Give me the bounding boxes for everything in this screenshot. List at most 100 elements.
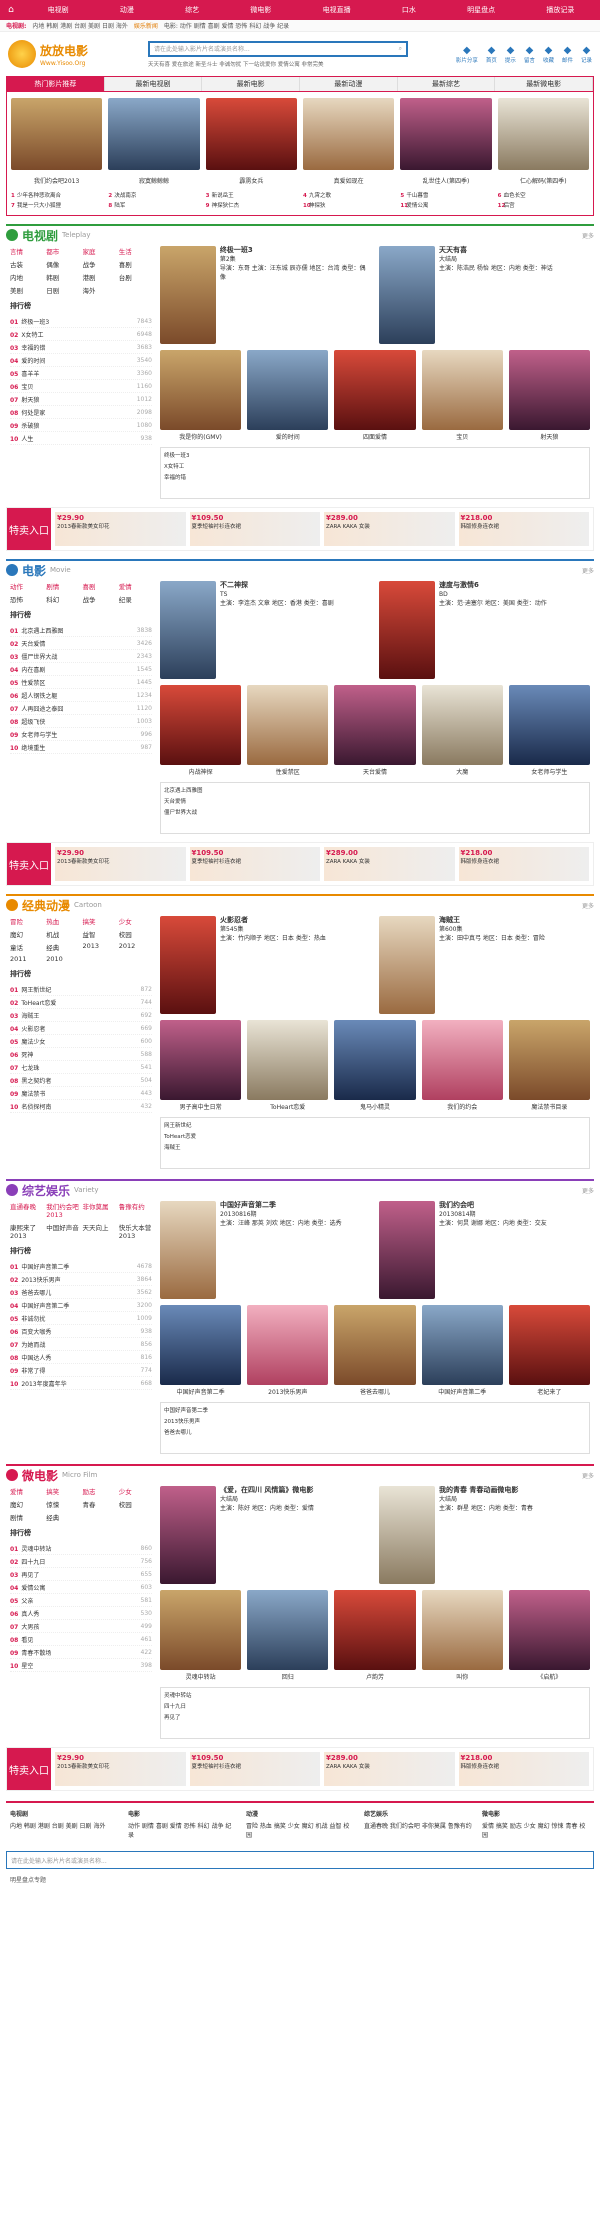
category-link[interactable]: 动作 bbox=[10, 581, 43, 591]
rank-row[interactable]: 02 X女特工 6948 bbox=[10, 328, 152, 341]
top-nav-item[interactable]: 明星盘点 bbox=[467, 5, 495, 15]
grid-item[interactable]: 卢韵芳 bbox=[334, 1590, 416, 1681]
grid-title[interactable]: 爸爸去哪儿 bbox=[334, 1387, 415, 1396]
grid-item[interactable]: 老妃来了 bbox=[508, 1305, 591, 1396]
featured-poster[interactable] bbox=[379, 581, 435, 679]
schedule-row[interactable]: 幸福的错 bbox=[164, 473, 586, 481]
bottom-search-input[interactable]: 请在此处输入影片片名或演员名称... bbox=[6, 1851, 594, 1869]
featured-poster[interactable] bbox=[160, 916, 216, 1014]
grid-item[interactable]: 《启航》 bbox=[508, 1590, 591, 1681]
category-link[interactable]: 言情 bbox=[10, 246, 43, 256]
rank-row[interactable]: 09 魔法禁书 443 bbox=[10, 1087, 152, 1100]
rank-row[interactable]: 05 性爱禁区 1445 bbox=[10, 676, 152, 689]
hot-list-item[interactable]: 6 血色长空 bbox=[498, 191, 589, 199]
grid-title[interactable]: 我是你的(GMV) bbox=[160, 432, 241, 441]
grid-poster[interactable] bbox=[334, 1305, 416, 1385]
category-link[interactable]: 恐怖 bbox=[10, 594, 43, 604]
featured-title[interactable]: 中国好声音第二季 bbox=[220, 1201, 342, 1210]
category-link[interactable]: 益智 bbox=[83, 929, 116, 939]
schedule-row[interactable]: 中国好声音第二季 bbox=[164, 1406, 586, 1414]
schedule-row[interactable]: ToHeart恋爱 bbox=[164, 1132, 586, 1140]
category-link[interactable]: 直通春晚 bbox=[10, 1201, 43, 1219]
grid-title[interactable]: 中国好声音第二季 bbox=[422, 1387, 503, 1396]
featured-card[interactable]: 天天有喜 大结局 主演：陈浩民 杨怡 地区：内地 类型：神话 bbox=[379, 246, 590, 344]
category-link[interactable]: 2010 bbox=[46, 955, 79, 963]
grid-item[interactable]: 天台爱情 bbox=[334, 685, 416, 776]
grid-title[interactable]: ToHeart恋爱 bbox=[247, 1102, 328, 1111]
rank-row[interactable]: 09 青春不散场 422 bbox=[10, 1646, 152, 1659]
tool-3[interactable]: ◆ 留言 bbox=[524, 45, 535, 64]
hot-list-item[interactable]: 7 我是一只大小狐狸 bbox=[11, 201, 102, 209]
grid-title[interactable]: 灵魂中转站 bbox=[160, 1672, 241, 1681]
schedule-row[interactable]: 僵尸世界大战 bbox=[164, 808, 586, 816]
grid-poster[interactable] bbox=[160, 1590, 242, 1670]
grid-title[interactable]: 爱的时间 bbox=[247, 432, 328, 441]
featured-card[interactable]: 终极一班3 第2集 导演：东哥 主演：汪东城 辰亦儒 地区：台湾 类型：偶像 bbox=[160, 246, 371, 344]
category-link[interactable]: 喜剧 bbox=[119, 259, 152, 269]
rank-row[interactable]: 05 魔法少女 600 bbox=[10, 1035, 152, 1048]
grid-item[interactable]: 鬼马小精灵 bbox=[334, 1020, 416, 1111]
category-link[interactable]: 中国好声音 bbox=[46, 1222, 79, 1240]
featured-card[interactable]: 海贼王 第600集 主演：田中真弓 地区：日本 类型：冒险 bbox=[379, 916, 590, 1014]
rank-row[interactable]: 09 女老师与学生 996 bbox=[10, 728, 152, 741]
recommend-caption[interactable]: 仁心解码(第四季) bbox=[498, 176, 589, 185]
rank-row[interactable]: 02 2013快乐男声 3864 bbox=[10, 1273, 152, 1286]
grid-poster[interactable] bbox=[334, 350, 416, 430]
grid-title[interactable]: 女老师与学生 bbox=[509, 767, 590, 776]
grid-item[interactable]: 爸爸去哪儿 bbox=[334, 1305, 416, 1396]
category-link[interactable]: 2013 bbox=[83, 942, 116, 952]
rank-row[interactable]: 02 四十九日 756 bbox=[10, 1555, 152, 1568]
grid-title[interactable]: 鬼马小精灵 bbox=[334, 1102, 415, 1111]
schedule-row[interactable]: 再见了 bbox=[164, 1713, 586, 1721]
grid-item[interactable]: 四面爱情 bbox=[334, 350, 416, 441]
grid-title[interactable]: 中国好声音第二季 bbox=[160, 1387, 241, 1396]
rank-row[interactable]: 07 七龙珠 541 bbox=[10, 1061, 152, 1074]
grid-poster[interactable] bbox=[421, 1020, 503, 1100]
category-link[interactable]: 魔幻 bbox=[10, 929, 43, 939]
tool-5[interactable]: ◆ 邮件 bbox=[562, 45, 573, 64]
featured-poster[interactable] bbox=[379, 916, 435, 1014]
grid-item[interactable]: 爱的时间 bbox=[247, 350, 329, 441]
tab-0[interactable]: 热门影片推荐 bbox=[7, 77, 105, 91]
rank-row[interactable]: 08 超级飞侠 1003 bbox=[10, 715, 152, 728]
section-title[interactable]: 经典动漫 bbox=[22, 897, 70, 914]
category-link[interactable]: 励志 bbox=[83, 1486, 116, 1496]
rank-row[interactable]: 01 北京遇上西雅图 3838 bbox=[10, 624, 152, 637]
featured-title[interactable]: 不二神探 bbox=[220, 581, 334, 590]
category-link[interactable]: 爱情 bbox=[10, 1486, 43, 1496]
tool-2[interactable]: ◆ 提示 bbox=[505, 45, 516, 64]
rank-row[interactable]: 03 海贼王 692 bbox=[10, 1009, 152, 1022]
ad-item[interactable]: ¥109.50 夏季短袖衬衫连衣裙 bbox=[189, 512, 320, 546]
search-hot-words[interactable]: 天天有喜 爱在旅途 新圣斗士 非诚勿扰 下一站说爱你 爱情公寓 非常完美 bbox=[148, 60, 408, 68]
hot-list-item[interactable]: 8 陆军 bbox=[108, 201, 199, 209]
grid-item[interactable]: 灵魂中转站 bbox=[160, 1590, 242, 1681]
site-logo[interactable]: 放放电影 Www.Yisoo.Org bbox=[8, 40, 118, 68]
ad-item[interactable]: ¥218.00 韩版修身连衣裙 bbox=[458, 1752, 589, 1786]
grid-item[interactable]: 叫你 bbox=[421, 1590, 503, 1681]
featured-title[interactable]: 天天有喜 bbox=[439, 246, 553, 255]
featured-title[interactable]: 我的青春 青春动画微电影 bbox=[439, 1486, 533, 1495]
section-title[interactable]: 电视剧 bbox=[22, 227, 58, 244]
grid-poster[interactable] bbox=[247, 1020, 329, 1100]
grid-title[interactable]: 老妃来了 bbox=[509, 1387, 590, 1396]
schedule-row[interactable]: 北京遇上西雅图 bbox=[164, 786, 586, 794]
rank-row[interactable]: 01 终极一班3 7843 bbox=[10, 315, 152, 328]
tab-5[interactable]: 最新微电影 bbox=[495, 77, 594, 91]
hot-list-item[interactable]: 10神探狄 bbox=[303, 201, 394, 209]
grid-poster[interactable] bbox=[421, 350, 503, 430]
sale-entry[interactable]: 特卖入口 bbox=[7, 1748, 51, 1790]
schedule-row[interactable]: 灵魂中转站 bbox=[164, 1691, 586, 1699]
grid-title[interactable]: 回归 bbox=[247, 1672, 328, 1681]
top-nav-item[interactable]: 微电影 bbox=[250, 5, 271, 15]
category-link[interactable]: 非你莫属 bbox=[83, 1201, 116, 1219]
rank-row[interactable]: 06 死神 588 bbox=[10, 1048, 152, 1061]
recommend-caption[interactable]: 霹雳女兵 bbox=[206, 176, 297, 185]
featured-poster[interactable] bbox=[379, 1201, 435, 1299]
ad-item[interactable]: ¥289.00 ZARA KAKA 女装 bbox=[324, 847, 455, 881]
grid-poster[interactable] bbox=[160, 1305, 242, 1385]
grid-item[interactable]: 大魔 bbox=[421, 685, 503, 776]
category-link[interactable]: 冒险 bbox=[10, 916, 43, 926]
grid-title[interactable]: 宝贝 bbox=[422, 432, 503, 441]
more-link[interactable]: 更多 bbox=[582, 231, 594, 240]
footer-col-title[interactable]: 电视剧 bbox=[10, 1809, 118, 1818]
